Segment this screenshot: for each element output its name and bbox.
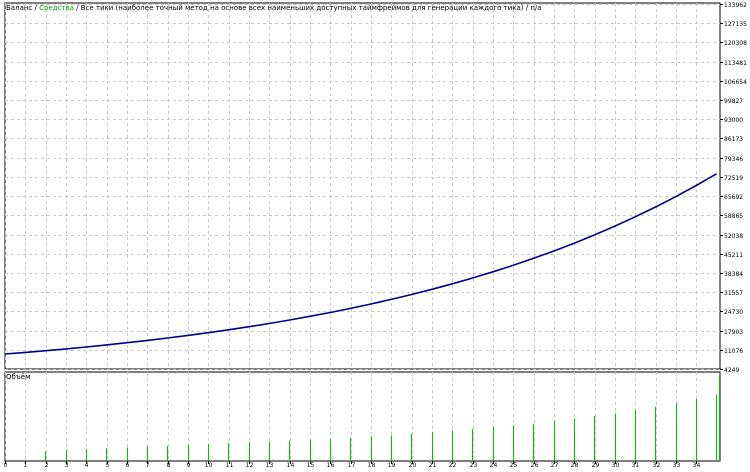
x-tick-label: 27	[551, 462, 559, 468]
x-tick-label: 13	[266, 462, 274, 468]
y-tick-label: 52038	[724, 233, 743, 240]
x-tick-label: 3	[65, 462, 69, 468]
header-suffix: п/а	[530, 4, 541, 12]
x-tick-label: 25	[510, 462, 518, 468]
x-tick-label: 19	[388, 462, 396, 468]
x-tick-label: 14	[287, 462, 295, 468]
chart-header: Баланс / Средства / Все тики (наиболее т…	[6, 4, 542, 12]
x-tick-label: 22	[449, 462, 457, 468]
y-tick-label: 58865	[724, 213, 743, 220]
tester-graph: 4249 11076 17903 24730 31557 38384 45211 52038 5…	[0, 0, 750, 469]
y-tick-label: 45211	[724, 252, 743, 259]
x-tick-label: 1	[24, 462, 28, 468]
x-tick-label: 6	[126, 462, 130, 468]
balance-plot-frame	[4, 2, 721, 370]
y-tick-label: 99827	[724, 98, 743, 105]
volume-panel: 0 1 2 3 4 5 6 7 8 9 10 11 12 13 14 15 16 17 18 19 20 21 22 23 24…	[4, 371, 721, 469]
x-tick-label: 5	[106, 462, 110, 468]
equity-legend-label: Средства	[39, 4, 74, 12]
x-tick-label: 18	[368, 462, 376, 468]
x-tick-label: 7	[146, 462, 150, 468]
x-tick-label: 29	[592, 462, 600, 468]
y-tick-label: 79346	[724, 156, 743, 163]
x-tick-label: 12	[246, 462, 254, 468]
x-tick-label: 28	[571, 462, 579, 468]
header-separator: /	[74, 4, 81, 12]
volume-plot-frame	[4, 371, 721, 462]
y-tick-label: 93000	[724, 117, 743, 124]
y-tick-label: 65692	[724, 194, 743, 201]
x-tick-label: 11	[226, 462, 234, 468]
test-mode-description: Все тики (наиболее точный метод на основ…	[81, 4, 524, 12]
x-tick-label: 31	[632, 462, 640, 468]
tester-chart-svg: 4249110761790324730315573838445211520385…	[4, 2, 748, 469]
x-tick-label: 23	[470, 462, 478, 468]
x-tick-label: 2	[45, 462, 49, 468]
x-tick-label: 33	[673, 462, 681, 468]
y-tick-label: 72519	[724, 175, 743, 182]
x-tick-label: 21	[429, 462, 437, 468]
y-tick-label: 120308	[724, 40, 747, 47]
y-tick-label: 4249	[724, 367, 739, 374]
x-tick-label: 34	[693, 462, 701, 468]
balance-legend-label: Баланс	[6, 4, 32, 12]
x-tick-label: 20	[409, 462, 417, 468]
y-tick-label: 38384	[724, 271, 743, 278]
x-tick-label: 8	[167, 462, 171, 468]
x-tick-label: 17	[348, 462, 356, 468]
x-tick-label: 9	[187, 462, 191, 468]
y-tick-label: 133962	[724, 2, 747, 9]
volume-panel-label: Объём	[6, 373, 30, 381]
x-tick-label: 16	[327, 462, 335, 468]
x-tick-label: 15	[307, 462, 315, 468]
x-tick-label: 32	[653, 462, 661, 468]
y-tick-label: 17903	[724, 329, 743, 336]
header-separator: /	[32, 4, 39, 12]
y-tick-label: 106654	[724, 79, 747, 86]
x-tick-label: 4	[85, 462, 89, 468]
y-tick-label: 86173	[724, 136, 743, 143]
x-tick-label: 30	[612, 462, 620, 468]
y-tick-label: 113481	[724, 60, 747, 67]
balance-panel: 4249 11076 17903 24730 31557 38384 45211 52038 5…	[4, 2, 747, 374]
x-tick-label: 0	[4, 462, 8, 468]
x-tick-label: 10	[205, 462, 213, 468]
x-tick-label: 26	[531, 462, 539, 468]
y-tick-label: 11076	[724, 348, 743, 355]
y-tick-label: 127135	[724, 21, 747, 28]
y-tick-label: 24730	[724, 309, 743, 316]
header-separator: /	[524, 4, 531, 12]
y-tick-label: 31557	[724, 290, 743, 297]
x-tick-label: 24	[490, 462, 498, 468]
